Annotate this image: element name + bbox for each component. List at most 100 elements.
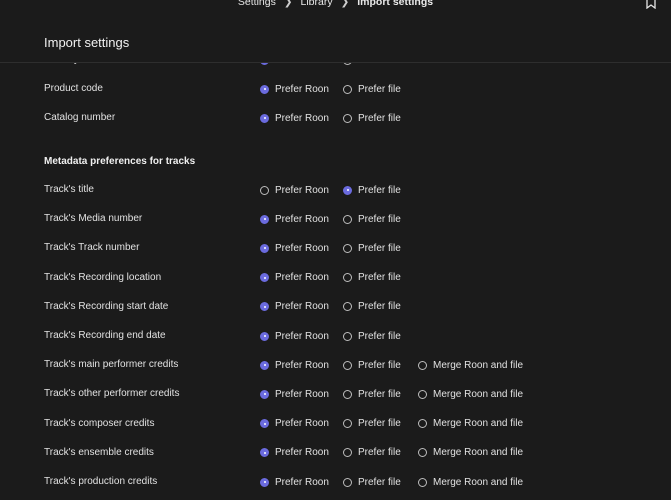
radio-merge[interactable] bbox=[418, 389, 427, 399]
option-roon[interactable]: Prefer Roon bbox=[260, 111, 329, 125]
option-file[interactable]: Prefer file bbox=[343, 271, 401, 285]
radio-roon[interactable] bbox=[260, 84, 269, 94]
setting-label: Track's ensemble credits bbox=[44, 446, 154, 458]
option-roon[interactable]: Prefer Roon bbox=[260, 212, 329, 226]
radio-file[interactable] bbox=[343, 389, 352, 399]
radio-file[interactable] bbox=[343, 302, 352, 312]
option-roon[interactable]: Prefer Roon bbox=[260, 271, 329, 285]
option-file[interactable]: Prefer file bbox=[343, 111, 401, 125]
radio-roon[interactable] bbox=[260, 63, 269, 65]
option-roon[interactable]: Prefer Roon bbox=[260, 82, 329, 96]
setting-label: Track's production credits bbox=[44, 476, 158, 487]
option-file[interactable]: Prefer file bbox=[343, 63, 401, 67]
option-label: Prefer Roon bbox=[275, 418, 329, 430]
setting-label: Track's Recording start date bbox=[44, 300, 169, 312]
option-roon[interactable]: Prefer Roon bbox=[260, 387, 329, 401]
setting-label: Track's Recording location bbox=[44, 271, 162, 283]
setting-label: Track's Recording end date bbox=[44, 330, 166, 341]
chevron-right-icon: ❯ bbox=[283, 0, 293, 8]
setting-row-track-s-recording-start-date: Track's Recording start date Prefer Roon P… bbox=[0, 297, 671, 317]
radio-roon[interactable] bbox=[260, 360, 269, 370]
radio-roon[interactable] bbox=[260, 477, 269, 487]
option-roon[interactable]: Prefer Roon bbox=[260, 475, 329, 489]
radio-file[interactable] bbox=[343, 185, 352, 195]
radio-merge[interactable] bbox=[418, 419, 427, 429]
option-label: Prefer Roon bbox=[275, 447, 329, 459]
setting-row-track-s-title: Track's title Prefer Roon Prefer file bbox=[0, 180, 671, 200]
option-file[interactable]: Prefer file bbox=[343, 212, 401, 226]
option-label: Merge Roon and file bbox=[433, 447, 524, 459]
radio-file[interactable] bbox=[343, 448, 352, 458]
option-roon[interactable]: Prefer Roon bbox=[260, 300, 329, 314]
setting-row-track-s-media-number: Track's Media number Prefer Roon Prefer fi… bbox=[0, 209, 671, 229]
radio-file[interactable] bbox=[343, 419, 352, 429]
option-roon[interactable]: Prefer Roon bbox=[260, 63, 329, 67]
breadcrumb-settings[interactable]: Settings bbox=[238, 0, 276, 8]
setting-row-catalog-number: Catalog number Prefer Roon Prefer file bbox=[0, 108, 671, 128]
radio-file[interactable] bbox=[343, 360, 352, 370]
option-roon[interactable]: Prefer Roon bbox=[260, 329, 329, 343]
radio-merge[interactable] bbox=[418, 360, 427, 370]
radio-file[interactable] bbox=[343, 63, 352, 65]
radio-merge[interactable] bbox=[418, 448, 427, 458]
radio-roon[interactable] bbox=[260, 419, 269, 429]
option-file[interactable]: Prefer file bbox=[343, 300, 401, 314]
option-file[interactable]: Prefer file bbox=[343, 475, 401, 489]
radio-merge[interactable] bbox=[418, 477, 427, 487]
option-label: Prefer file bbox=[358, 418, 401, 430]
radio-roon[interactable] bbox=[260, 448, 269, 458]
option-label: Prefer file bbox=[358, 83, 401, 95]
option-merge[interactable]: Merge Roon and file bbox=[418, 475, 523, 489]
option-label: Prefer Roon bbox=[275, 301, 329, 313]
radio-roon[interactable] bbox=[260, 185, 269, 195]
option-label: Prefer Roon bbox=[275, 184, 329, 196]
option-label: Prefer file bbox=[358, 301, 401, 313]
option-label: Prefer Roon bbox=[275, 476, 329, 488]
breadcrumb: Settings ❯ Library ❯ Import settings bbox=[0, 0, 671, 8]
setting-row-track-s-recording-location: Track's Recording location Prefer Roon Pre… bbox=[0, 268, 671, 288]
top-bar: Settings ❯ Library ❯ Import settings bbox=[0, 0, 671, 10]
radio-file[interactable] bbox=[343, 477, 352, 487]
option-file[interactable]: Prefer file bbox=[343, 329, 401, 343]
bookmark-icon[interactable] bbox=[645, 0, 657, 9]
option-file[interactable]: Prefer file bbox=[343, 387, 401, 401]
option-merge[interactable]: Merge Roon and file bbox=[418, 417, 523, 431]
option-label: Prefer Roon bbox=[275, 63, 329, 66]
option-file[interactable]: Prefer file bbox=[343, 417, 401, 431]
option-merge[interactable]: Merge Roon and file bbox=[418, 387, 523, 401]
settings-list[interactable]: CountryPrefer RoonPrefer fileProduct cod… bbox=[0, 63, 671, 500]
option-file[interactable]: Prefer file bbox=[343, 82, 401, 96]
option-file[interactable]: Prefer file bbox=[343, 358, 401, 372]
option-file[interactable]: Prefer file bbox=[343, 241, 401, 255]
radio-file[interactable] bbox=[343, 84, 352, 94]
option-roon[interactable]: Prefer Roon bbox=[260, 446, 329, 460]
radio-file[interactable] bbox=[343, 243, 352, 253]
option-label: Prefer file bbox=[358, 272, 401, 284]
radio-file[interactable] bbox=[343, 331, 352, 341]
setting-row-track-s-composer-credits: Track's composer credits Prefer Roon Prefe… bbox=[0, 414, 671, 434]
radio-roon[interactable] bbox=[260, 214, 269, 224]
option-file[interactable]: Prefer file bbox=[343, 446, 401, 460]
option-roon[interactable]: Prefer Roon bbox=[260, 417, 329, 431]
option-roon[interactable]: Prefer Roon bbox=[260, 358, 329, 372]
option-label: Merge Roon and file bbox=[433, 476, 524, 488]
option-roon[interactable]: Prefer Roon bbox=[260, 183, 329, 197]
option-file[interactable]: Prefer file bbox=[343, 183, 401, 197]
option-merge[interactable]: Merge Roon and file bbox=[418, 446, 523, 460]
breadcrumb-library[interactable]: Library bbox=[301, 0, 333, 8]
option-label: Prefer file bbox=[358, 184, 401, 196]
radio-roon[interactable] bbox=[260, 273, 269, 283]
setting-label: Track's main performer credits bbox=[44, 359, 179, 371]
radio-roon[interactable] bbox=[260, 389, 269, 399]
option-label: Prefer Roon bbox=[275, 242, 329, 254]
radio-roon[interactable] bbox=[260, 113, 269, 123]
option-merge[interactable]: Merge Roon and file bbox=[418, 358, 523, 372]
option-label: Prefer Roon bbox=[275, 359, 329, 371]
radio-file[interactable] bbox=[343, 273, 352, 283]
radio-roon[interactable] bbox=[260, 243, 269, 253]
radio-roon[interactable] bbox=[260, 302, 269, 312]
option-roon[interactable]: Prefer Roon bbox=[260, 241, 329, 255]
radio-file[interactable] bbox=[343, 214, 352, 224]
radio-file[interactable] bbox=[343, 113, 352, 123]
radio-roon[interactable] bbox=[260, 331, 269, 341]
